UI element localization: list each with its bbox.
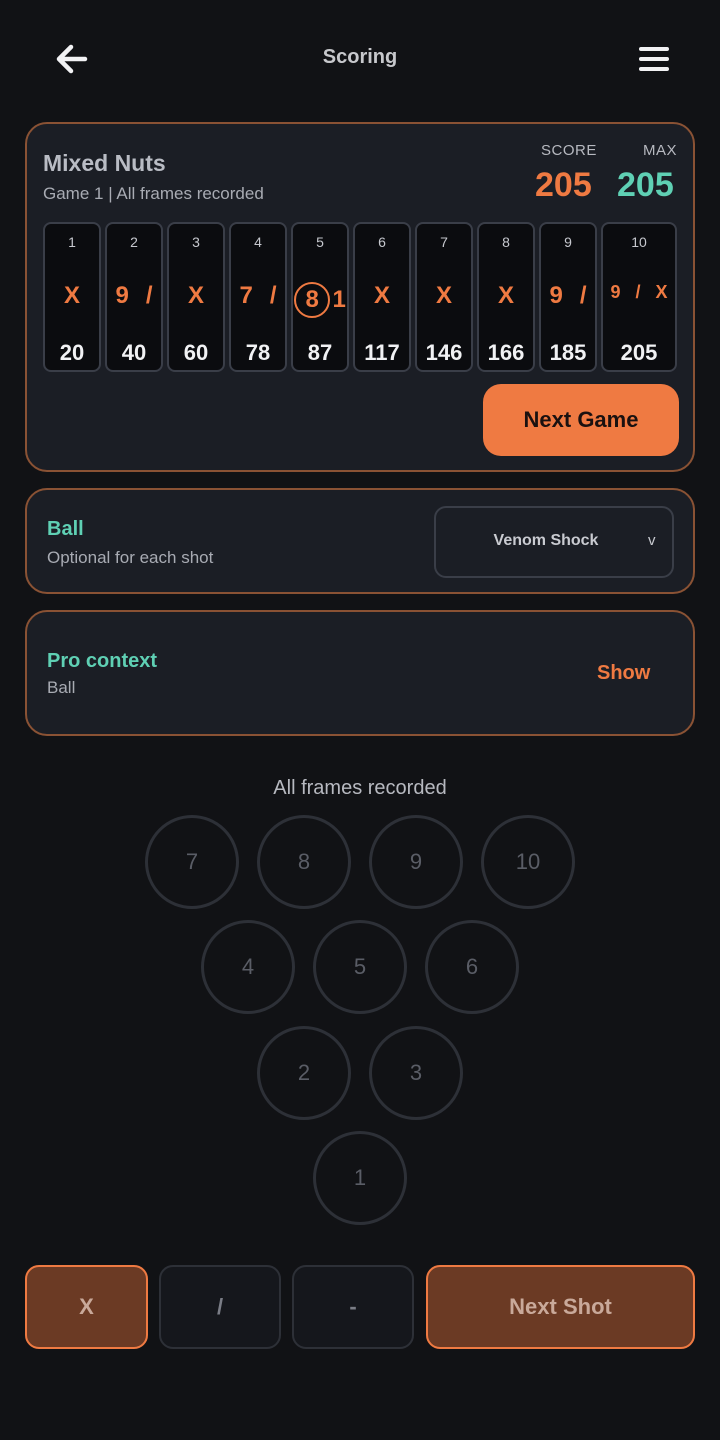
game-status: Game 1 | All frames recorded [43, 184, 264, 203]
roll-1: 7 [239, 282, 253, 309]
frame-3[interactable]: 3 X 60 [167, 222, 225, 372]
pro-context-title: Pro context [47, 650, 158, 672]
pro-context-show-toggle[interactable]: Show [597, 662, 650, 685]
frame-number: 7 [440, 234, 448, 250]
miss-button[interactable]: - [292, 1265, 414, 1349]
roll-3: X [655, 282, 668, 302]
ball-card: Ball Optional for each shot Venom Shock … [25, 488, 695, 594]
pin-4[interactable]: 4 [201, 920, 295, 1014]
frame-total: 146 [425, 340, 463, 365]
frame-total: 20 [59, 340, 85, 365]
ball-title: Ball [47, 518, 84, 540]
spare-button[interactable]: / [159, 1265, 281, 1349]
frame-2[interactable]: 2 9 / 40 [105, 222, 163, 372]
frame-rolls: X [479, 282, 533, 310]
frame-row: 1 X 20 2 9 / 40 3 X 60 4 7 / 78 5 8 1 87… [43, 222, 679, 372]
pin-2[interactable]: 2 [257, 1026, 351, 1120]
frame-number: 2 [130, 234, 138, 250]
roll-1: 9 [115, 282, 129, 309]
frame-number: 5 [316, 234, 324, 250]
menu-button[interactable] [630, 36, 678, 82]
frame-rolls: 7 / [231, 282, 285, 310]
frame-number: 4 [254, 234, 262, 250]
frame-6[interactable]: 6 X 117 [353, 222, 411, 372]
roll-1: X [497, 282, 514, 309]
max-score: 205 [617, 166, 674, 204]
next-shot-button[interactable]: Next Shot [426, 1265, 695, 1349]
hamburger-menu-icon [639, 47, 669, 71]
pin-9[interactable]: 9 [369, 815, 463, 909]
frame-rolls: X [45, 282, 99, 310]
frame-5[interactable]: 5 8 1 87 [291, 222, 349, 372]
frame-1[interactable]: 1 X 20 [43, 222, 101, 372]
ball-select-value: Venom Shock [493, 532, 599, 549]
frame-8[interactable]: 8 X 166 [477, 222, 535, 372]
app-header: Scoring [0, 0, 720, 118]
ball-select[interactable]: Venom Shock v [434, 506, 674, 578]
frame-total: 40 [121, 340, 147, 365]
max-label: MAX [643, 142, 678, 159]
frame-rolls: 8 1 [293, 282, 347, 318]
frame-total: 185 [549, 340, 587, 365]
score-card: Mixed Nuts Game 1 | All frames recorded … [25, 122, 695, 472]
frame-10[interactable]: 10 9 / X 205 [601, 222, 677, 372]
selected-roll[interactable]: 8 [294, 282, 331, 318]
frame-total: 166 [487, 340, 525, 365]
pins-status: All frames recorded [273, 777, 447, 799]
roll-2: / [635, 282, 641, 302]
current-score: 205 [535, 166, 592, 204]
frame-rolls: X [169, 282, 223, 310]
frame-number: 6 [378, 234, 386, 250]
frame-4[interactable]: 4 7 / 78 [229, 222, 287, 372]
pin-8[interactable]: 8 [257, 815, 351, 909]
team-name: Mixed Nuts [43, 150, 166, 176]
roll-1: 9 [549, 282, 563, 309]
roll-1: X [435, 282, 452, 309]
frame-rolls: 9 / X [603, 282, 675, 303]
roll-1: X [63, 282, 80, 309]
roll-2: / [269, 282, 277, 309]
frame-rolls: X [417, 282, 471, 310]
frame-rolls: 9 / [107, 282, 161, 310]
roll-1: X [187, 282, 204, 309]
frame-rolls: 9 / [541, 282, 595, 310]
frame-number: 1 [68, 234, 76, 250]
pro-context-card: Pro context Ball Show [25, 610, 695, 736]
frame-total: 60 [183, 340, 209, 365]
pin-6[interactable]: 6 [425, 920, 519, 1014]
pin-3[interactable]: 3 [369, 1026, 463, 1120]
pin-5[interactable]: 5 [313, 920, 407, 1014]
frame-total: 117 [364, 340, 400, 365]
roll-2: / [145, 282, 153, 309]
pin-7[interactable]: 7 [145, 815, 239, 909]
frame-number: 9 [564, 234, 572, 250]
roll-1: X [373, 282, 390, 309]
scoring-screen: Scoring Mixed Nuts Game 1 | All frames r… [0, 0, 720, 1440]
page-title: Scoring [322, 46, 398, 68]
frame-total: 205 [620, 340, 658, 365]
chevron-down-icon: v [648, 532, 656, 549]
frame-rolls: X [355, 282, 409, 310]
roll-2: / [579, 282, 587, 309]
pin-10[interactable]: 10 [481, 815, 575, 909]
frame-number: 10 [631, 234, 647, 250]
frame-number: 8 [502, 234, 510, 250]
roll-1: 9 [610, 282, 621, 302]
pin-1[interactable]: 1 [313, 1131, 407, 1225]
score-label: SCORE [541, 142, 597, 159]
frame-7[interactable]: 7 X 146 [415, 222, 473, 372]
frame-total: 87 [307, 340, 333, 365]
strike-button[interactable]: X [25, 1265, 148, 1349]
frame-total: 78 [245, 340, 271, 365]
pro-context-subtitle: Ball [47, 678, 76, 697]
frame-number: 3 [192, 234, 200, 250]
roll-2: 1 [332, 286, 346, 313]
ball-subtitle: Optional for each shot [47, 548, 214, 567]
next-game-button[interactable]: Next Game [483, 384, 679, 456]
frame-9[interactable]: 9 9 / 185 [539, 222, 597, 372]
